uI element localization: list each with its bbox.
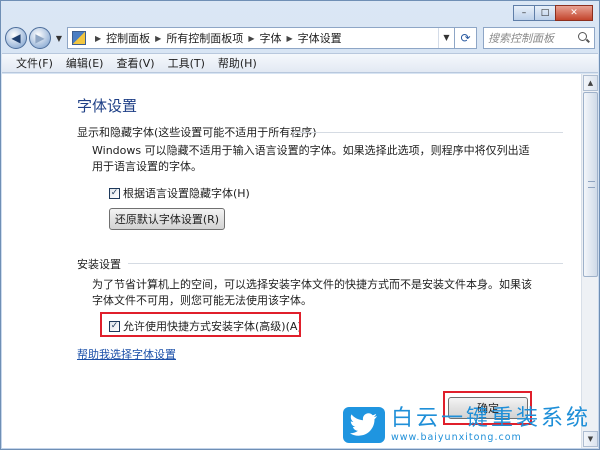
page-title: 字体设置	[77, 97, 138, 115]
breadcrumb-separator-icon[interactable]: ▶	[286, 34, 292, 43]
search-input[interactable]: 搜索控制面板	[488, 30, 578, 46]
control-panel-icon	[72, 31, 86, 45]
caption-buttons: – □ ✕	[513, 5, 593, 21]
scroll-thumb[interactable]	[583, 92, 598, 277]
navigation-bar: ◀ ▶ ▼ ▶ 控制面板 ▶ 所有控制面板项 ▶ 字体 ▶ 字体设置 ▼ ⟳ 搜…	[5, 25, 595, 51]
address-bar[interactable]: ▶ 控制面板 ▶ 所有控制面板项 ▶ 字体 ▶ 字体设置 ▼	[67, 27, 455, 49]
breadcrumb-item[interactable]: 字体	[259, 30, 281, 46]
menu-view[interactable]: 查看(V)	[116, 55, 154, 71]
breadcrumb-separator-icon[interactable]: ▶	[248, 34, 254, 43]
refresh-button[interactable]: ⟳	[455, 27, 477, 49]
arrow-right-icon: ▶	[35, 31, 45, 45]
breadcrumb-separator-icon[interactable]: ▶	[95, 34, 101, 43]
restore-default-button[interactable]: 还原默认字体设置(R)	[109, 208, 225, 230]
vertical-scrollbar[interactable]: ▲ ▼	[581, 74, 598, 448]
watermark: 白云一键重装系统 www.baiyunxitong.com	[342, 406, 591, 443]
install-description: 为了节省计算机上的空间，可以选择安装字体文件的快捷方式而不是安装文件本身。如果该…	[92, 278, 532, 307]
hide-fonts-checkbox[interactable]: ✓	[109, 187, 120, 199]
maximize-button[interactable]: □	[534, 5, 556, 21]
breadcrumb-item[interactable]: 字体设置	[298, 30, 342, 46]
section-divider	[292, 132, 563, 133]
breadcrumb-item[interactable]: 控制面板	[106, 30, 150, 46]
chevron-down-icon: ▼	[55, 33, 63, 43]
breadcrumb-item[interactable]: 所有控制面板项	[166, 30, 243, 46]
arrow-left-icon: ◀	[11, 31, 21, 45]
section-divider	[128, 263, 563, 264]
bird-logo-icon	[342, 406, 385, 443]
menu-file[interactable]: 文件(F)	[16, 55, 53, 71]
highlight-box	[100, 312, 301, 337]
grip-icon	[588, 181, 595, 188]
forward-button[interactable]: ▶	[29, 27, 51, 49]
search-icon[interactable]	[578, 32, 590, 44]
show-hide-description: Windows 可以隐藏不适用于输入语言设置的字体。如果选择此选项，则程序中将仅…	[92, 144, 530, 173]
recent-pages-dropdown[interactable]: ▼	[53, 34, 65, 43]
control-panel-window: – □ ✕ ◀ ▶ ▼ ▶ 控制面板 ▶ 所有控制面板项 ▶ 字体 ▶ 字体设置…	[0, 0, 600, 450]
back-button[interactable]: ◀	[5, 27, 27, 49]
scroll-up-icon[interactable]: ▲	[583, 75, 598, 91]
watermark-url: www.baiyunxitong.com	[390, 432, 522, 443]
show-hide-heading: 显示和隐藏字体(这些设置可能不适用于所有程序)	[77, 126, 317, 139]
minimize-button[interactable]: –	[513, 5, 535, 21]
content-pane: 字体设置 显示和隐藏字体(这些设置可能不适用于所有程序) Windows 可以隐…	[2, 74, 581, 448]
menu-edit[interactable]: 编辑(E)	[66, 55, 104, 71]
menu-help[interactable]: 帮助(H)	[218, 55, 257, 71]
breadcrumb-separator-icon[interactable]: ▶	[155, 34, 161, 43]
watermark-title: 白云一键重装系统	[390, 406, 591, 431]
close-button[interactable]: ✕	[555, 5, 593, 21]
menu-tools[interactable]: 工具(T)	[168, 55, 205, 71]
help-link[interactable]: 帮助我选择字体设置	[77, 346, 176, 362]
menu-bar: 文件(F) 编辑(E) 查看(V) 工具(T) 帮助(H)	[2, 53, 598, 73]
search-box[interactable]: 搜索控制面板	[483, 27, 595, 49]
hide-fonts-label[interactable]: 根据语言设置隐藏字体(H)	[123, 185, 250, 201]
refresh-icon: ⟳	[460, 31, 471, 45]
address-dropdown-icon[interactable]: ▼	[438, 28, 454, 48]
install-settings-heading: 安装设置	[77, 258, 121, 271]
hide-fonts-checkbox-row[interactable]: ✓ 根据语言设置隐藏字体(H)	[109, 185, 250, 201]
